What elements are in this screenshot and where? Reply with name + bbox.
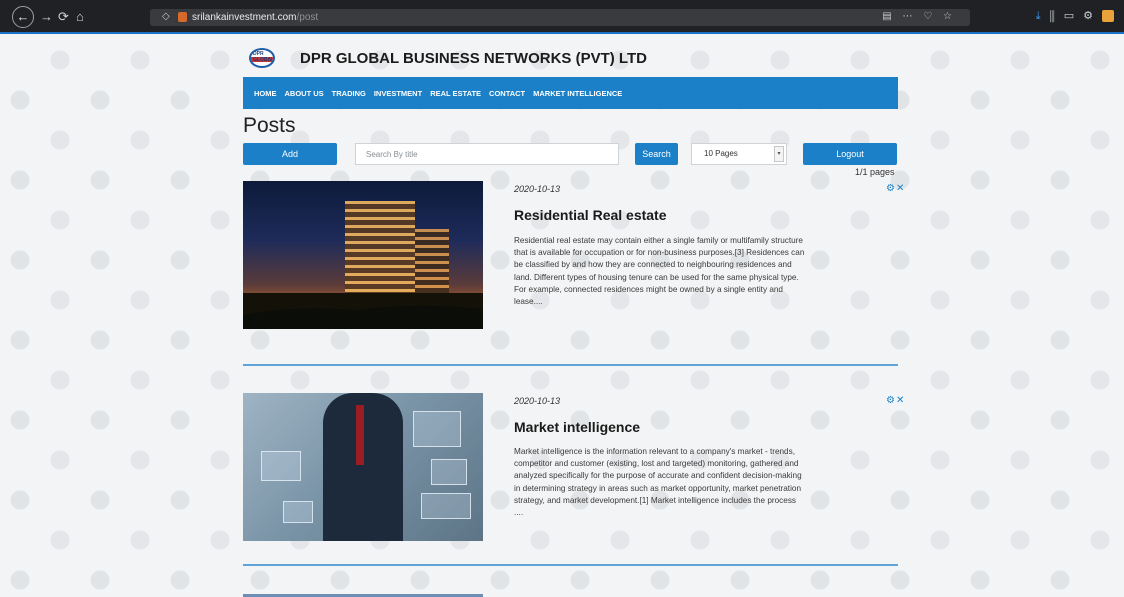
library-icon[interactable]: ⫼ xyxy=(1050,10,1064,22)
page-size-select[interactable]: 10 Pages ▾ xyxy=(691,143,787,165)
post-excerpt: Residential real estate may contain eith… xyxy=(514,236,805,307)
forward-button[interactable]: → xyxy=(40,10,53,24)
main-nav: HOME ABOUT US TRADING INVESTMENT REAL ES… xyxy=(243,77,898,109)
site-title: DPR GLOBAL BUSINESS NETWORKS (PVT) LTD xyxy=(300,50,647,67)
search-button[interactable]: Search xyxy=(635,143,678,165)
download-icon[interactable]: ⤓ xyxy=(1036,10,1050,22)
browser-tools: ⤓⫼▭⚙ xyxy=(1036,9,1114,23)
edit-gear-icon[interactable]: ⚙✕ xyxy=(886,183,905,194)
browser-toolbar: ← → ⟳ ⌂ ◇ srilankainvestment.com/post ▤ … xyxy=(0,0,1124,34)
post-image[interactable] xyxy=(243,393,483,541)
post-title[interactable]: Residential Real estate xyxy=(514,207,667,223)
nav-contact[interactable]: CONTACT xyxy=(489,89,525,98)
shield-icon: ◇ xyxy=(162,11,170,22)
post-date: 2020-10-13 xyxy=(514,184,561,194)
nav-home[interactable]: HOME xyxy=(254,89,277,98)
nav-market-intelligence[interactable]: MARKET INTELLIGENCE xyxy=(533,89,622,98)
search-input[interactable] xyxy=(355,143,619,165)
post-excerpt: Market intelligence is the information r… xyxy=(514,447,802,518)
sidebar-icon[interactable]: ▭ xyxy=(1064,10,1083,22)
nav-real-estate[interactable]: REAL ESTATE xyxy=(430,89,481,98)
chevron-down-icon: ▾ xyxy=(774,146,784,162)
extension-icon[interactable]: ⚙ xyxy=(1083,10,1102,22)
add-button[interactable]: Add xyxy=(243,143,337,165)
url-text: srilankainvestment.com/post xyxy=(192,12,319,23)
post-divider xyxy=(243,564,898,566)
post-actions: ⚙✕ xyxy=(886,395,905,406)
nav-investment[interactable]: INVESTMENT xyxy=(374,89,422,98)
post-divider xyxy=(243,364,898,366)
pagination-info: 1/1 pages xyxy=(855,167,895,177)
nav-trading[interactable]: TRADING xyxy=(332,89,366,98)
addon-icon[interactable] xyxy=(1102,10,1114,23)
address-bar[interactable]: ◇ srilankainvestment.com/post ▤ ⋯ ♡ ☆ xyxy=(150,9,970,26)
page-title: Posts xyxy=(243,114,296,137)
post-image[interactable] xyxy=(243,181,483,329)
site-icon xyxy=(178,12,187,22)
reload-button[interactable]: ⟳ xyxy=(58,10,69,24)
post-title[interactable]: Market intelligence xyxy=(514,419,640,435)
post-date: 2020-10-13 xyxy=(514,396,561,406)
home-icon[interactable]: ⌂ xyxy=(76,10,84,24)
edit-gear-icon[interactable]: ⚙✕ xyxy=(886,395,905,406)
nav-about-us[interactable]: ABOUT US xyxy=(285,89,324,98)
back-button[interactable]: ← xyxy=(12,6,34,28)
site-logo[interactable]: DPR GLOBAL xyxy=(249,48,275,68)
logout-button[interactable]: Logout xyxy=(803,143,897,165)
page-actions-icon[interactable]: ▤ ⋯ ♡ ☆ xyxy=(882,11,956,22)
page-size-value: 10 Pages xyxy=(704,149,738,158)
post-actions: ⚙✕ xyxy=(886,183,905,194)
